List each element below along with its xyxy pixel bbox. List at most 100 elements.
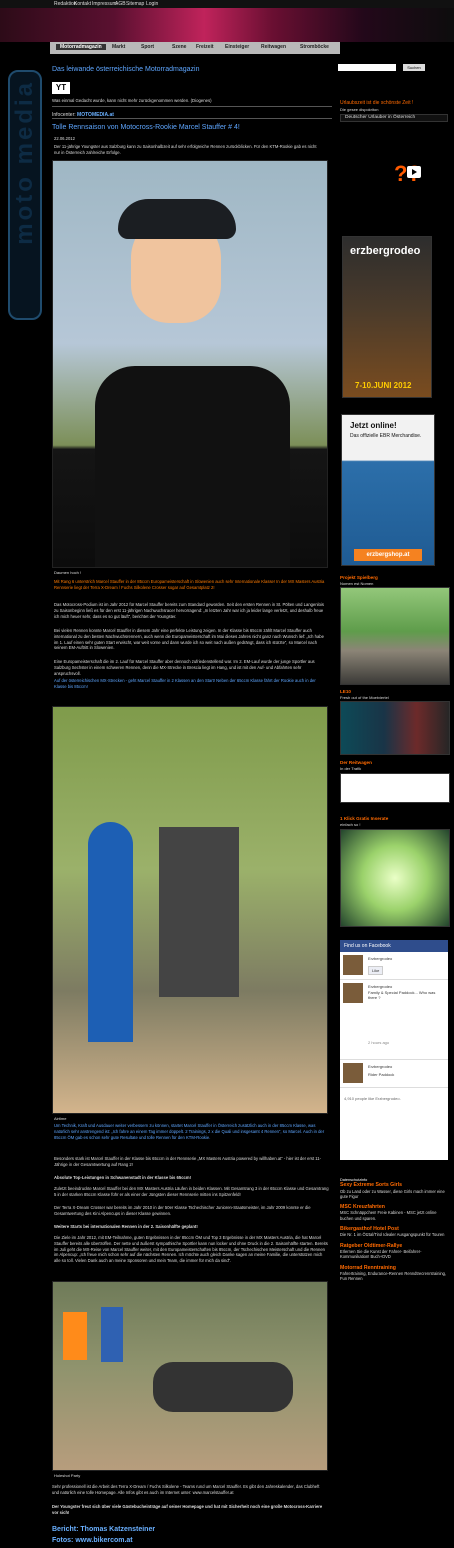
right-link-text: Ob zu Land oder zu Wasser, diese Girls m… <box>340 1188 445 1199</box>
facebook-post[interactable]: Erzbergrodeo Rider Paddock <box>340 1060 448 1088</box>
facebook-title: Find us on Facebook <box>340 940 448 952</box>
fb-avatar <box>343 983 363 1003</box>
subheading: Absolute Top-Leistungen in Schwanenstadt… <box>54 1175 191 1180</box>
top-link[interactable]: Sitemap <box>126 1 144 7</box>
ad-title: erzbergrodeo <box>350 245 421 257</box>
top-link[interactable]: AGB <box>115 1 126 7</box>
ad-image[interactable] <box>340 773 450 803</box>
fb-post-text: Family & Special Paddock... Who was ther… <box>368 990 436 1000</box>
article-photo-portrait <box>52 160 328 568</box>
article-title[interactable]: Tolle Rennsaison von Motocross-Rookie Ma… <box>52 124 240 131</box>
shirt-shape <box>95 366 290 567</box>
photo-credit: Fotos: www.bikercom.at <box>52 1537 133 1544</box>
ad-shop-label: erzbergshop.at <box>354 549 422 561</box>
ad-subheading: In der Trafik <box>340 766 362 771</box>
nav-item-szene[interactable]: Szene <box>172 44 186 50</box>
quote-text: Was einmal Gedacht wurde, kann nicht meh… <box>52 98 212 103</box>
divider <box>52 106 332 107</box>
nav-item-motorradmagazin[interactable]: Motorradmagazin <box>56 44 106 50</box>
ad-subheading: Fresh out of the Moetviertel <box>340 695 389 700</box>
highlight-text: Auf der österreichischen MX-Strecken - g… <box>54 678 316 689</box>
paragraph: Eine Europameisterschaft die im 2. Lauf … <box>54 659 315 676</box>
nav-item-einsteiger[interactable]: Einsteiger <box>225 44 249 50</box>
fb-page-name[interactable]: Erzbergrodeo <box>368 956 392 961</box>
play-icon[interactable] <box>407 166 421 178</box>
right-link-text: Erlernen Sie die Kunst der Fahrer- Beifa… <box>340 1248 422 1260</box>
ad-heading[interactable]: 1 Klick Gratis Inserate <box>340 816 388 821</box>
ad-heading[interactable]: Projekt Spielberg <box>340 575 378 580</box>
article-date: 22.06.2012 <box>54 136 75 141</box>
fb-like-button[interactable]: Like <box>368 966 384 975</box>
right-link-text: MSC Schnäppchen! Freie Kabinen - MSC jet… <box>340 1210 437 1221</box>
search-input[interactable] <box>338 64 396 71</box>
ad-sub: Das offizielle EBR Merchandise. <box>350 433 422 439</box>
fb-avatar <box>343 955 363 975</box>
search-button[interactable]: Suchen <box>403 64 425 71</box>
site-title: Das leiwande österreichische Motorradmag… <box>52 66 200 73</box>
ad-subheading: Nomen est Nomen <box>340 581 374 586</box>
paragraph: Das Motocross-Podium ist im Jahr 2012 fü… <box>54 602 324 619</box>
yt-logo: YT <box>52 82 70 94</box>
person-shape <box>101 1307 123 1362</box>
fb-like-count: 4,910 people like Erzbergrodeo. <box>344 1096 401 1101</box>
main-nav: Motorradmagazin Markt Sport Szene Freize… <box>50 42 340 54</box>
ad-headline: Jetzt online! <box>350 421 397 430</box>
site-banner <box>0 8 454 42</box>
bike-group-shape <box>153 1362 293 1412</box>
article-photo-holeshot <box>52 1281 328 1471</box>
highlight-text: Um Technik, Kraft und Ausdauer weiter ve… <box>54 1123 325 1140</box>
ad-erzbergshop[interactable]: Jetzt online! Das offizielle EBR Merchan… <box>341 414 435 566</box>
video-question-box[interactable]: ?? <box>390 158 438 186</box>
right-promo-title: Urlaubszeit ist die schönste Zeit ! <box>340 100 414 106</box>
nav-item-reitwagen[interactable]: Reitwagen <box>261 44 286 50</box>
facebook-widget: Find us on Facebook Erzbergrodeo Like Er… <box>340 940 448 1160</box>
fb-post-time: 2 hours ago <box>368 1040 390 1045</box>
fb-post-name: Erzbergrodeo <box>368 984 393 989</box>
subheading: Weitere Starts bei internationalen Renne… <box>54 1224 198 1229</box>
nav-item-sport[interactable]: Sport <box>141 44 154 50</box>
article-photo-jump <box>52 706 328 1114</box>
divider <box>52 118 332 119</box>
right-link-text: Die Nr. 1 im Ötztal/Tirol Idealer Ausgan… <box>340 1232 445 1238</box>
nav-item-stromboecke[interactable]: Stromböcke <box>300 44 329 50</box>
top-links-bar: Redaktion Kontakt Impressum AGB Sitemap … <box>0 0 454 8</box>
ad-heading[interactable]: LE10 <box>340 689 351 694</box>
paragraph: Der Terra X-Dream Crosser war bereits im… <box>54 1205 311 1216</box>
ad-erzbergrodeo[interactable]: erzbergrodeo 7-10.JUNI 2012 <box>342 236 432 398</box>
side-logo: moto media <box>8 70 42 320</box>
paragraph: Bei vielen Rennen konnte Marcel Stauffer… <box>54 628 324 651</box>
paragraph: Sehr professionell ist die Arbeit des Te… <box>52 1484 320 1495</box>
ad-image[interactable] <box>340 587 450 685</box>
top-link[interactable]: Login <box>146 1 158 7</box>
fb-avatar <box>343 1063 363 1083</box>
ad-image[interactable] <box>340 829 450 927</box>
article-intro: Der 11-jährige Youngster aus Salzburg ka… <box>54 144 317 155</box>
nav-item-markt[interactable]: Markt <box>112 44 125 50</box>
paragraph: Zuletzt beeindruckte Marcel Stauffer bei… <box>54 1186 329 1197</box>
right-link-text: Fahrertraining, Endurance-Rennen Renndtr… <box>340 1270 447 1282</box>
willhaben-flag <box>88 822 133 1042</box>
ad-date: 7-10.JUNI 2012 <box>355 381 412 390</box>
person-shape <box>63 1312 87 1360</box>
facebook-page-row[interactable]: Erzbergrodeo Like <box>340 952 448 980</box>
paragraph: Die Ziele im Jahr 2012, mit EM-Teilnahme… <box>54 1235 328 1264</box>
cap-shape <box>118 199 236 239</box>
urlaub-select[interactable]: Deutscher Urlauber in Österreich <box>340 114 448 122</box>
paragraph: Besonders stark ist Marcel Stauffer in d… <box>54 1156 322 1167</box>
facebook-post[interactable]: Erzbergrodeo Family & Special Paddock...… <box>340 980 448 1060</box>
page: Redaktion Kontakt Impressum AGB Sitemap … <box>0 0 454 1548</box>
ad-image[interactable] <box>340 701 450 755</box>
ad-subheading: einfach so ! <box>340 822 361 827</box>
right-link-list: Datenschutzinfo Sexy Extreme Sorts Girls… <box>340 1178 450 1281</box>
fb-post-name: Erzbergrodeo <box>368 1064 393 1069</box>
author-credit: Bericht: Thomas Katzensteiner <box>52 1526 156 1533</box>
fb-post-text: Rider Paddock <box>368 1072 395 1077</box>
top-link[interactable]: Impressum <box>92 1 117 7</box>
side-logo-text: moto media <box>11 80 38 245</box>
photo-caption: Daumen hoch ! <box>54 570 82 575</box>
ad-heading[interactable]: Der Reitwagen <box>340 760 372 765</box>
photo-caption: Holeshot Party <box>54 1473 81 1478</box>
nav-item-freizeit[interactable]: Freizeit <box>196 44 214 50</box>
top-link[interactable]: Kontakt <box>74 1 91 7</box>
rider-shape <box>159 827 239 997</box>
